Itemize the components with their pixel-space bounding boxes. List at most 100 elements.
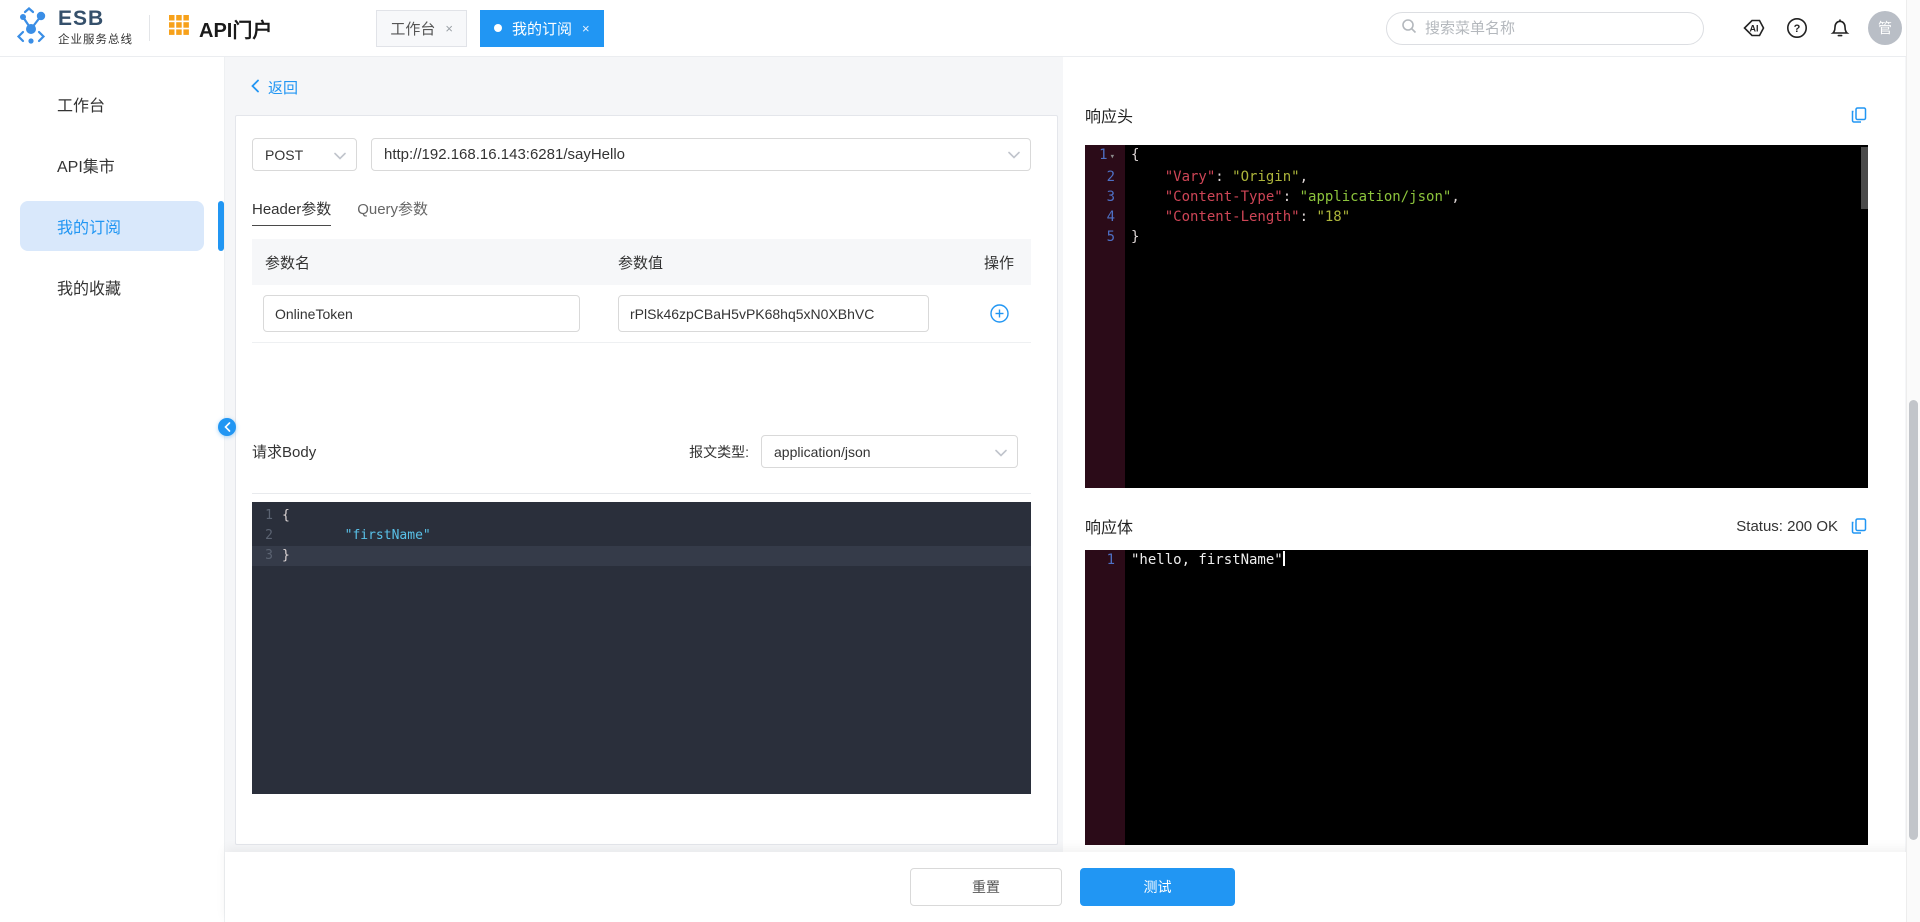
footer-action-bar: 重置 测试 xyxy=(225,852,1920,922)
response-body-title: 响应体 xyxy=(1085,514,1133,538)
search-icon xyxy=(1401,18,1417,39)
response-body-title-row: 响应体 Status: 200 OK xyxy=(1085,514,1868,538)
line-number: 1▾ xyxy=(1085,145,1125,167)
header-divider xyxy=(149,15,150,41)
response-panel: 响应头 1▾{2 "Vary": "Origin",3 "Content-Typ… xyxy=(1063,57,1905,852)
close-tab-icon[interactable]: × xyxy=(582,21,590,36)
method-value: POST xyxy=(265,147,303,163)
plus-circle-icon xyxy=(990,304,1009,323)
response-headers-title: 响应头 xyxy=(1085,103,1133,127)
code-text: "hello, firstName" xyxy=(1125,550,1285,570)
response-headers-code[interactable]: 1▾{2 "Vary": "Origin",3 "Content-Type": … xyxy=(1085,145,1868,488)
svg-text:AI: AI xyxy=(1750,24,1759,34)
top-header: ESB 企业服务总线 API门户 工作台 × 我的订阅 × xyxy=(0,0,1920,57)
notification-bell-icon[interactable] xyxy=(1828,16,1852,40)
sidebar-item[interactable]: 工作台 xyxy=(20,79,204,129)
param-value-input[interactable] xyxy=(618,295,929,332)
code-text: "firstName" xyxy=(282,526,431,546)
page-tab[interactable]: 我的订阅 × xyxy=(480,10,604,47)
line-number: 3 xyxy=(1085,187,1125,207)
col-param-name: 参数名 xyxy=(252,252,618,273)
code-text: } xyxy=(282,546,290,566)
portal-title: API门户 xyxy=(168,14,272,43)
param-tabs: Header参数 Query参数 xyxy=(252,198,1031,226)
code-line: 4 "Content-Length": "18" xyxy=(1085,207,1868,227)
param-name-input[interactable] xyxy=(263,295,580,332)
close-tab-icon[interactable]: × xyxy=(445,21,453,36)
esb-logo[interactable]: ESB 企业服务总线 xyxy=(14,7,133,50)
page-scrollbar[interactable] xyxy=(1906,0,1920,922)
add-param-button[interactable] xyxy=(967,304,1031,323)
reset-button[interactable]: 重置 xyxy=(910,868,1062,906)
code-text: "Content-Length": "18" xyxy=(1125,207,1350,227)
grid-icon xyxy=(168,14,190,42)
copy-icon[interactable] xyxy=(1850,517,1868,535)
divider xyxy=(252,493,1031,494)
code-line: 1"hello, firstName" xyxy=(1085,550,1868,570)
svg-text:?: ? xyxy=(1794,23,1801,35)
search-input[interactable] xyxy=(1425,20,1689,37)
content-type-value: application/json xyxy=(774,444,871,460)
logo-subtitle: 企业服务总线 xyxy=(58,31,133,47)
back-label: 返回 xyxy=(268,77,298,98)
page-tab[interactable]: 工作台 × xyxy=(376,10,467,47)
param-table-rows xyxy=(252,285,1031,343)
chevron-down-icon xyxy=(995,444,1007,460)
line-number: 1 xyxy=(1085,550,1125,570)
chevron-down-icon xyxy=(1008,146,1020,163)
line-number: 5 xyxy=(1085,227,1125,247)
response-body-code[interactable]: 1"hello, firstName" xyxy=(1085,550,1868,845)
code-line: 2 "Vary": "Origin", xyxy=(1085,167,1868,187)
code-line: 3 "Content-Type": "application/json", xyxy=(1085,187,1868,207)
logo-name: ESB xyxy=(58,9,133,29)
copy-icon[interactable] xyxy=(1850,106,1868,124)
content-type-select[interactable]: application/json xyxy=(761,435,1018,468)
request-body-editor[interactable]: 1{2 "firstName"3} xyxy=(252,502,1031,794)
url-row: POST http://192.168.16.143:6281/sayHello xyxy=(252,138,1031,171)
col-param-value: 参数值 xyxy=(618,252,967,273)
active-dot xyxy=(494,24,502,32)
url-select[interactable]: http://192.168.16.143:6281/sayHello xyxy=(371,138,1031,171)
line-number: 1 xyxy=(252,506,282,526)
ai-assistant-icon[interactable]: AI xyxy=(1742,16,1766,40)
sidebar-item-label: 我的收藏 xyxy=(57,275,121,299)
param-tab[interactable]: Query参数 xyxy=(357,198,428,226)
code-line: 2 "firstName" xyxy=(252,526,1031,546)
code-text: "Content-Type": "application/json", xyxy=(1125,187,1460,207)
param-table: 参数名 参数值 操作 xyxy=(252,239,1031,343)
param-row xyxy=(252,285,1031,343)
help-icon[interactable]: ? xyxy=(1785,16,1809,40)
content-type-group: 报文类型: application/json xyxy=(689,435,1018,468)
request-body-row: 请求Body 报文类型: application/json xyxy=(252,435,1031,468)
back-link[interactable]: 返回 xyxy=(250,77,298,98)
page-tab-label: 工作台 xyxy=(390,18,435,39)
sidebar-item-label: 我的订阅 xyxy=(57,214,121,238)
param-table-header: 参数名 参数值 操作 xyxy=(252,239,1031,285)
main-area: 返回 POST http://192.168.16.143:6281/sayHe… xyxy=(225,57,1920,922)
sidebar-item[interactable]: API集市 xyxy=(20,140,204,190)
sidebar-item[interactable]: 我的收藏 xyxy=(20,262,204,312)
sidebar-item[interactable]: 我的订阅 xyxy=(20,201,204,251)
url-value: http://192.168.16.143:6281/sayHello xyxy=(384,146,625,163)
chevron-down-icon xyxy=(334,147,346,163)
line-number: 3 xyxy=(252,546,282,566)
content-type-label: 报文类型: xyxy=(689,442,749,462)
user-avatar[interactable]: 管 xyxy=(1868,11,1902,45)
test-button[interactable]: 测试 xyxy=(1080,868,1235,906)
request-card: POST http://192.168.16.143:6281/sayHello… xyxy=(235,115,1058,845)
search-box[interactable] xyxy=(1386,12,1704,45)
panel-collapse-toggle[interactable] xyxy=(218,418,236,436)
param-tab[interactable]: Header参数 xyxy=(252,198,331,226)
line-number: 2 xyxy=(1085,167,1125,187)
col-operation: 操作 xyxy=(967,252,1031,273)
line-number: 4 xyxy=(1085,207,1125,227)
fold-caret-icon[interactable]: ▾ xyxy=(1110,152,1115,162)
method-select[interactable]: POST xyxy=(252,138,357,171)
scrollbar-thumb[interactable] xyxy=(1909,400,1918,840)
open-page-tabs: 工作台 × 我的订阅 × xyxy=(376,10,603,47)
sidebar: 工作台 API集市我的订阅我的收藏 xyxy=(0,57,225,922)
page-tab-label: 我的订阅 xyxy=(512,18,572,39)
text-cursor xyxy=(1283,551,1285,566)
code-gutter xyxy=(1085,550,1125,845)
response-headers-title-row: 响应头 xyxy=(1085,103,1868,127)
